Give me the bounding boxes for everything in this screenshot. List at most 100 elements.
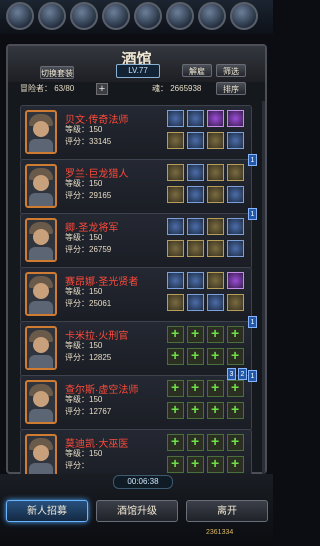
mail-icon[interactable] [230, 2, 258, 30]
empty-slot-add-icon[interactable] [187, 455, 204, 473]
equipment-slot[interactable] [227, 294, 244, 311]
event-icon[interactable] [198, 2, 226, 30]
equipment-slot[interactable] [187, 132, 204, 149]
empty-slot-add-icon[interactable] [227, 401, 244, 419]
equipment-slot[interactable] [207, 240, 224, 257]
soul-label: 魂： [152, 84, 168, 93]
equipment-slot[interactable] [227, 164, 244, 181]
hero-card[interactable]: 罗兰·巨龙猎人 等级：150 评分：29165 1 [20, 154, 257, 215]
equipment-slot[interactable] [187, 218, 204, 235]
equipment-slot[interactable] [167, 272, 184, 289]
empty-slot-add-icon[interactable] [207, 325, 224, 343]
empty-slot-add-icon[interactable] [227, 379, 244, 397]
hero-card[interactable]: 卿·圣龙将军 等级：150 评分：26759 1 [20, 208, 257, 269]
empty-slot-add-icon[interactable] [187, 379, 204, 397]
equipment-slot[interactable] [227, 240, 244, 257]
equipment-slot[interactable] [207, 110, 224, 127]
tavern-panel: 酒馆 LV.77 切换套装 解雇 筛选 冒险者： 63/80 + 魂： 2665… [6, 44, 267, 476]
equipment-slot[interactable] [187, 164, 204, 181]
empty-slot-add-icon[interactable] [227, 455, 244, 473]
hero-portrait[interactable] [25, 164, 57, 208]
hero-card[interactable]: 莫迪凯·大巫医 等级：150 评分： [20, 429, 252, 476]
dismiss-button[interactable]: 解雇 [182, 64, 212, 77]
equipment-slot[interactable] [167, 164, 184, 181]
equipment-slot[interactable] [207, 164, 224, 181]
hero-portrait[interactable] [25, 110, 57, 154]
upgrade-tavern-button[interactable]: 酒馆升级 [96, 500, 178, 522]
empty-slot-add-icon[interactable] [167, 401, 184, 419]
equipment-icon[interactable] [38, 2, 66, 30]
hero-portrait[interactable] [25, 434, 57, 476]
empty-slot-add-icon[interactable] [227, 433, 244, 451]
equipment-slot[interactable] [207, 272, 224, 289]
equipment-slot[interactable] [187, 110, 204, 127]
equipment-slot[interactable] [207, 218, 224, 235]
equipment-slot[interactable] [167, 110, 184, 127]
empty-slot-add-icon[interactable] [207, 455, 224, 473]
equipment-slot[interactable] [167, 240, 184, 257]
empty-slot-add-icon[interactable] [227, 347, 244, 365]
hero-card[interactable]: 贝文·传奇法师 等级：150 评分：33145 [20, 105, 252, 161]
equipment-slot[interactable] [187, 272, 204, 289]
empty-slot-add-icon[interactable] [187, 325, 204, 343]
empty-slot-add-icon[interactable] [207, 347, 224, 365]
empty-slot-add-icon[interactable] [207, 401, 224, 419]
equipment-slot[interactable] [167, 218, 184, 235]
team-flag-badge: 1 [248, 370, 257, 382]
empty-slot-add-icon[interactable] [227, 325, 244, 343]
empty-slot-add-icon[interactable] [207, 379, 224, 397]
equipment-slot[interactable] [207, 294, 224, 311]
hero-level: 等级：150 [65, 179, 103, 188]
equipment-slot[interactable] [167, 294, 184, 311]
empty-slot-add-icon[interactable] [167, 325, 184, 343]
equipment-slot[interactable] [227, 132, 244, 149]
empty-slot-add-icon[interactable] [167, 379, 184, 397]
hero-portrait[interactable] [25, 380, 57, 424]
equipment-slot[interactable] [227, 272, 244, 289]
empty-slot-add-icon[interactable] [167, 347, 184, 365]
recruit-button[interactable]: 新人招募 [6, 500, 88, 522]
hero-list[interactable]: 贝文·传奇法师 等级：150 评分：33145 罗兰·巨龙猎人 等级：150 评分：291… [16, 101, 259, 476]
empty-slot-add-icon[interactable] [187, 401, 204, 419]
switch-set-button[interactable]: 切换套装 [40, 66, 74, 79]
hero-portrait[interactable] [25, 326, 57, 370]
equipment-slot[interactable] [207, 186, 224, 203]
empty-slot-add-icon[interactable] [187, 433, 204, 451]
equipment-slot[interactable] [207, 132, 224, 149]
hero-card[interactable]: 卡米拉·火刑官等级：150评分：128251 [20, 316, 257, 377]
hero-list-scrollbar[interactable] [262, 101, 265, 476]
team-flag-badge: 1 [248, 154, 257, 166]
equipment-slot[interactable] [227, 218, 244, 235]
skill-icon[interactable] [6, 2, 34, 30]
equipment-slot[interactable] [167, 132, 184, 149]
equipment-slots [167, 433, 249, 476]
empty-slot-add-icon[interactable] [167, 455, 184, 473]
hero-score: 评分：33145 [65, 137, 112, 146]
ranking-icon[interactable] [134, 2, 162, 30]
filter-button[interactable]: 筛选 [216, 64, 246, 77]
hero-card[interactable]: 赛昂娜·圣光贤者 等级：150 评分：25061 [20, 267, 252, 323]
equipment-slot[interactable] [227, 110, 244, 127]
sort-button[interactable]: 排序 [216, 82, 246, 95]
add-slot-button[interactable]: + [96, 83, 108, 95]
empty-slot-add-icon[interactable] [187, 347, 204, 365]
hero-portrait[interactable] [25, 218, 57, 262]
equipment-slot[interactable] [187, 186, 204, 203]
leave-button[interactable]: 离开 [186, 500, 268, 522]
hero-portrait[interactable] [25, 272, 57, 316]
equipment-slot[interactable] [187, 294, 204, 311]
quest-icon[interactable] [102, 2, 130, 30]
hero-level: 等级：150 [65, 449, 103, 458]
equipment-slot[interactable] [167, 186, 184, 203]
hero-icon[interactable] [70, 2, 98, 30]
equipment-slot[interactable] [187, 240, 204, 257]
equipment-slots [167, 218, 249, 264]
empty-slot-add-icon[interactable] [167, 433, 184, 451]
countdown-timer: 00:06:38 [113, 475, 173, 489]
settings-icon[interactable] [166, 2, 194, 30]
hero-level: 等级：150 [65, 125, 103, 134]
equipment-slot[interactable] [227, 186, 244, 203]
equipment-slots [167, 379, 249, 426]
hero-card[interactable]: 查尔斯·虚空法师等级：150评分：127671 [20, 370, 257, 431]
empty-slot-add-icon[interactable] [207, 433, 224, 451]
